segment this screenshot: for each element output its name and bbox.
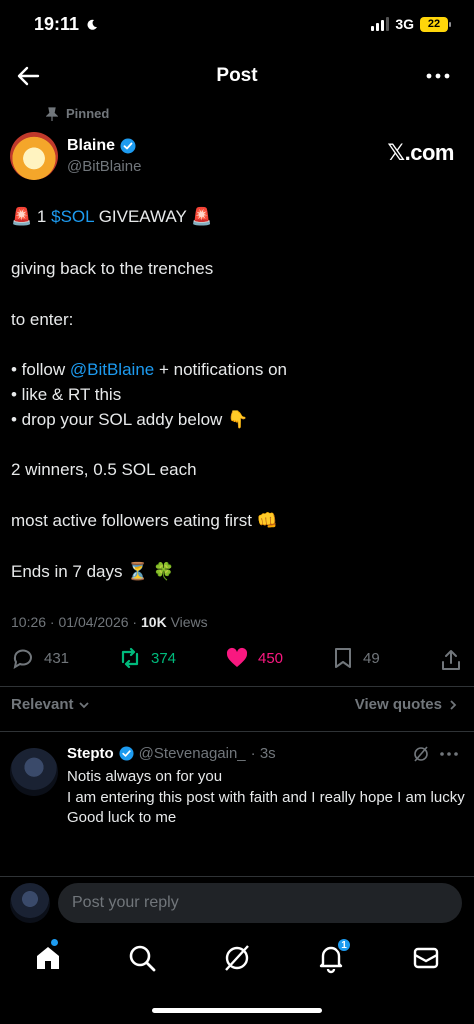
giveaway-word: GIVEAWAY: [98, 207, 187, 226]
tweet-bullet-3: • drop your SOL addy below 👇: [11, 410, 248, 430]
reply-line: Good luck to me: [67, 809, 177, 826]
author-name-text[interactable]: Blaine: [67, 137, 115, 155]
pinned-text: Pinned: [66, 106, 110, 121]
grok-icon[interactable]: [221, 942, 253, 974]
chevron-down-icon: [78, 701, 89, 708]
author-name[interactable]: Blaine: [67, 137, 136, 155]
like-count: 450: [258, 649, 284, 667]
fist-icon: 👊: [256, 511, 278, 530]
repost-button[interactable]: 374: [118, 646, 176, 670]
reply-button[interactable]: 431: [11, 646, 69, 670]
top-nav: Post: [0, 52, 474, 100]
reply-avatar[interactable]: [10, 748, 58, 796]
tweet-line-3: to enter:: [11, 310, 74, 329]
tweet-bullet-1: • follow @BitBlaine + notifications on: [11, 360, 287, 380]
reply-composer: [0, 876, 474, 928]
bookmark-count: 49: [363, 649, 380, 667]
post-timestamp: 10:26 · 01/04/2026 ·: [11, 614, 141, 630]
mail-icon[interactable]: [410, 942, 442, 974]
divider: [0, 686, 474, 687]
bullet-1-prefix: • follow: [11, 360, 70, 379]
cashtag-link[interactable]: $SOL: [51, 207, 94, 226]
pointing-down-icon: 👇: [227, 410, 249, 429]
status-time: 19:11: [34, 14, 98, 35]
heart-icon: [226, 647, 248, 667]
author-handle[interactable]: @BitBlaine: [67, 158, 141, 175]
pinned-label: Pinned: [46, 106, 109, 121]
reply-line: I am entering this post with faith and I…: [67, 788, 465, 806]
reply-time: · 3s: [250, 745, 276, 762]
moon-icon: [87, 19, 98, 30]
siren-icon: 🚨: [11, 207, 33, 226]
home-indicator: [152, 1008, 322, 1013]
bookmark-icon: [335, 648, 351, 668]
battery-level: 22: [427, 18, 441, 30]
bullet-3-text: • drop your SOL addy below: [11, 410, 223, 429]
status-bar: 19:11 3G 22: [0, 0, 474, 52]
home-dot: [50, 938, 59, 947]
reply-input[interactable]: [58, 883, 462, 923]
reply-author-handle[interactable]: @Stevenagain_: [139, 745, 246, 762]
more-icon[interactable]: [438, 744, 460, 764]
tweet-line-ends: Ends in 7 days ⏳ 🍀: [11, 562, 174, 582]
reply-count: 431: [44, 649, 70, 667]
post-meta: 10:26 · 01/04/2026 · 10K Views: [11, 614, 208, 630]
status-indicators: 3G 22: [371, 16, 451, 32]
clover-icon: 🍀: [153, 562, 175, 581]
grok-icon[interactable]: [412, 745, 430, 763]
divider: [0, 731, 474, 732]
brand-watermark: 𝕏.com: [387, 140, 454, 165]
search-icon[interactable]: [126, 942, 158, 974]
network-type: 3G: [395, 16, 414, 32]
reply-icon: [13, 649, 32, 670]
giveaway-amount: 1: [36, 207, 47, 226]
more-icon[interactable]: [424, 64, 452, 88]
tweet-line-winners: 2 winners, 0.5 SOL each: [11, 460, 197, 479]
verified-icon: [119, 746, 134, 761]
bullet-1-suffix: + notifications on: [154, 360, 288, 379]
active-text: most active followers eating first: [11, 511, 252, 530]
hourglass-icon: ⏳: [127, 562, 149, 581]
notification-badge: 1: [336, 937, 352, 953]
reply-header: Stepto @Stevenagain_ · 3s: [67, 745, 276, 762]
views-label: Views: [166, 614, 208, 630]
repost-icon: [121, 647, 139, 669]
reply-line: Notis always on for you: [67, 768, 223, 785]
sort-label: Relevant: [11, 696, 74, 713]
repost-count: 374: [151, 649, 177, 667]
home-icon[interactable]: [32, 942, 64, 974]
tweet-line-2: giving back to the trenches: [11, 259, 214, 278]
chevron-right-icon: [450, 699, 457, 710]
tweet-line-active: most active followers eating first 👊: [11, 511, 278, 531]
tweet-line-1: 🚨 1 $SOL GIVEAWAY 🚨: [11, 207, 212, 227]
like-button[interactable]: 450: [225, 646, 283, 670]
action-bar: 431 374 450 49: [0, 646, 474, 676]
bookmark-button[interactable]: 49: [332, 646, 380, 670]
reply-body: Notis always on for you I am entering th…: [67, 767, 467, 829]
verified-icon: [120, 138, 136, 154]
siren-icon: 🚨: [191, 207, 213, 226]
user-avatar[interactable]: [10, 883, 50, 923]
reply-author-name[interactable]: Stepto: [67, 745, 114, 762]
ends-text: Ends in 7 days: [11, 562, 123, 581]
page-title: Post: [216, 65, 258, 86]
view-quotes-label: View quotes: [354, 696, 442, 713]
author-avatar[interactable]: [10, 132, 58, 180]
views-count[interactable]: 10K: [141, 614, 167, 630]
share-icon[interactable]: [440, 648, 462, 672]
sort-dropdown[interactable]: Relevant: [11, 696, 90, 713]
mention-link[interactable]: @BitBlaine: [70, 360, 154, 379]
signal-icon: [371, 17, 390, 31]
pin-icon: [46, 106, 58, 121]
tweet-bullet-2: • like & RT this: [11, 385, 122, 404]
view-quotes-link[interactable]: View quotes: [355, 696, 458, 713]
battery-icon: 22: [420, 16, 451, 32]
